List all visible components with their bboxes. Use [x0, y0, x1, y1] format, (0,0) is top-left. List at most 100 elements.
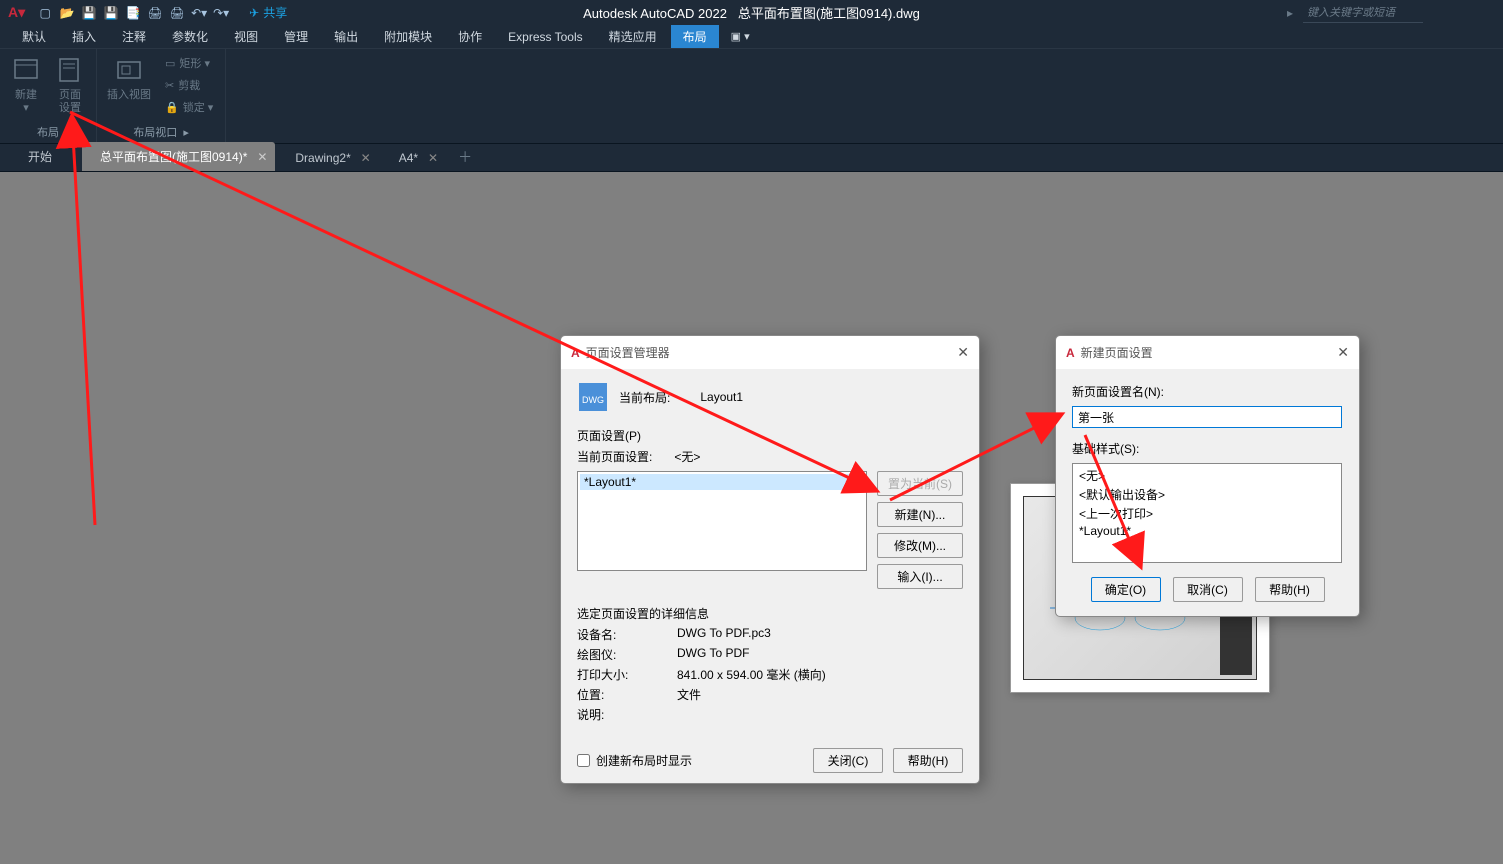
cancel-button[interactable]: 取消(C) — [1173, 577, 1243, 602]
print-icon[interactable]: 🖨 — [169, 5, 185, 21]
current-layout-value: Layout1 — [700, 390, 743, 404]
rect-icon: ▭ — [165, 57, 175, 70]
close-icon[interactable]: ✕ — [1337, 344, 1349, 361]
share-button[interactable]: ✈ 共享 — [249, 4, 287, 21]
quick-access-toolbar: ▢ 📂 💾 💾 📑 🖨 🖨 ↶▾ ↷▾ — [37, 5, 229, 21]
acad-logo-icon: A — [571, 346, 580, 360]
svg-text:DWG: DWG — [582, 395, 604, 405]
ribbon-clip[interactable]: ✂剪裁 — [161, 75, 217, 95]
new-name-input[interactable] — [1072, 406, 1342, 428]
menu-view[interactable]: 视图 — [222, 25, 270, 48]
search-arrow-icon: ▸ — [1287, 6, 1293, 20]
page-setup-icon — [54, 55, 86, 87]
menu-annotate[interactable]: 注释 — [110, 25, 158, 48]
list-item[interactable]: <上一次打印> — [1075, 504, 1339, 523]
close-icon[interactable]: ✕ — [957, 344, 969, 361]
ribbon-page-setup[interactable]: 页面 设置 — [52, 53, 88, 117]
undo-icon[interactable]: ↶▾ — [191, 5, 207, 21]
menu-express[interactable]: Express Tools — [496, 27, 594, 47]
file-tab-drawing2[interactable]: Drawing2*✕ — [277, 145, 378, 171]
size-label: 打印大小: — [577, 666, 677, 683]
create-on-new-checkbox[interactable] — [577, 754, 590, 767]
list-item[interactable]: *Layout1* — [1075, 523, 1339, 539]
menu-overflow[interactable]: ▣ ▾ — [721, 27, 760, 46]
checkbox-label: 创建新布局时显示 — [596, 752, 692, 769]
new-tab-button[interactable]: ＋ — [448, 143, 482, 171]
list-item[interactable]: <默认输出设备> — [1075, 485, 1339, 504]
menu-output[interactable]: 输出 — [322, 25, 370, 48]
dialog-titlebar[interactable]: A 页面设置管理器 ✕ — [561, 336, 979, 369]
close-button[interactable]: 关闭(C) — [813, 748, 883, 773]
menu-parametric[interactable]: 参数化 — [160, 25, 220, 48]
new-icon[interactable]: ▢ — [37, 5, 53, 21]
file-tab-active[interactable]: 总平面布置图(施工图0914)*✕ — [82, 142, 275, 171]
dialog-title-text: 新建页面设置 — [1081, 344, 1153, 361]
menu-default[interactable]: 默认 — [10, 25, 58, 48]
ribbon-insert-view[interactable]: 插入视图 — [105, 53, 153, 104]
menu-manage[interactable]: 管理 — [272, 25, 320, 48]
location-label: 位置: — [577, 686, 677, 703]
list-item[interactable]: <无> — [1075, 466, 1339, 485]
search-input[interactable]: 键入关键字或短语 — [1303, 2, 1423, 23]
set-current-button[interactable]: 置为当前(S) — [877, 471, 963, 496]
desc-label: 说明: — [577, 706, 677, 723]
lock-icon: 🔒 — [165, 101, 179, 114]
ribbon-rect[interactable]: ▭矩形 ▾ — [161, 53, 217, 73]
ribbon-panel1-title: 布局 — [8, 121, 88, 143]
page-setups-label: 页面设置(P) — [577, 427, 963, 444]
dialog-titlebar[interactable]: A 新建页面设置 ✕ — [1056, 336, 1359, 369]
current-setup-value: <无> — [674, 448, 700, 465]
menu-addins[interactable]: 附加模块 — [372, 25, 444, 48]
location-value: 文件 — [677, 686, 701, 703]
web-icon[interactable]: 📑 — [125, 5, 141, 21]
close-icon[interactable]: ✕ — [428, 151, 438, 165]
title-bar: A▾ ▢ 📂 💾 💾 📑 🖨 🖨 ↶▾ ↷▾ ✈ 共享 Autodesk Aut… — [0, 0, 1503, 25]
share-label: 共享 — [263, 4, 287, 21]
close-icon[interactable]: ✕ — [361, 151, 371, 165]
file-tab-a4[interactable]: A4*✕ — [381, 145, 446, 171]
plot-icon[interactable]: 🖨 — [147, 5, 163, 21]
ribbon-panel-layout: 新建 ▾ 页面 设置 布局 — [0, 49, 97, 143]
file-tabs: 开始 总平面布置图(施工图0914)*✕ Drawing2*✕ A4*✕ ＋ — [0, 144, 1503, 172]
menu-bar: 默认 插入 注释 参数化 视图 管理 输出 附加模块 协作 Express To… — [0, 25, 1503, 49]
import-button[interactable]: 输入(I)... — [877, 564, 963, 589]
new-layout-icon — [10, 55, 42, 87]
help-button[interactable]: 帮助(H) — [1255, 577, 1325, 602]
modify-button[interactable]: 修改(M)... — [877, 533, 963, 558]
size-value: 841.00 x 594.00 毫米 (横向) — [677, 666, 826, 683]
insert-view-icon — [113, 55, 145, 87]
app-logo: A▾ — [8, 4, 25, 21]
ribbon: 新建 ▾ 页面 设置 布局 插入视图 ▭矩形 ▾ ✂剪裁 🔒锁定 ▾ — [0, 49, 1503, 144]
ribbon-lock[interactable]: 🔒锁定 ▾ — [161, 97, 217, 117]
menu-featured[interactable]: 精选应用 — [597, 25, 669, 48]
dialog-title-text: 页面设置管理器 — [586, 344, 670, 361]
base-style-list[interactable]: <无> <默认输出设备> <上一次打印> *Layout1* — [1072, 463, 1342, 563]
details-heading: 选定页面设置的详细信息 — [577, 605, 963, 622]
clip-icon: ✂ — [165, 79, 174, 92]
device-value: DWG To PDF.pc3 — [677, 626, 771, 643]
menu-collaborate[interactable]: 协作 — [446, 25, 494, 48]
new-button[interactable]: 新建(N)... — [877, 502, 963, 527]
send-icon: ✈ — [249, 6, 259, 20]
redo-icon[interactable]: ↷▾ — [213, 5, 229, 21]
page-setup-list[interactable]: *Layout1* — [577, 471, 867, 571]
plotter-value: DWG To PDF — [677, 646, 749, 663]
current-setup-label: 当前页面设置: — [577, 448, 652, 465]
open-icon[interactable]: 📂 — [59, 5, 75, 21]
ribbon-new-layout[interactable]: 新建 ▾ — [8, 53, 44, 117]
dwg-icon: DWG — [577, 381, 609, 413]
current-layout-label: 当前布局: — [619, 389, 670, 406]
help-button[interactable]: 帮助(H) — [893, 748, 963, 773]
file-tab-start[interactable]: 开始 — [10, 142, 80, 171]
ribbon-panel2-title: 布局视口 ▸ — [105, 121, 217, 143]
list-item[interactable]: *Layout1* — [580, 474, 864, 490]
menu-layout[interactable]: 布局 — [671, 25, 719, 48]
save-icon[interactable]: 💾 — [81, 5, 97, 21]
menu-insert[interactable]: 插入 — [60, 25, 108, 48]
base-style-label: 基础样式(S): — [1072, 440, 1343, 457]
close-icon[interactable]: ✕ — [257, 150, 267, 164]
ok-button[interactable]: 确定(O) — [1091, 577, 1161, 602]
saveas-icon[interactable]: 💾 — [103, 5, 119, 21]
title-text: Autodesk AutoCAD 2022 总平面布置图(施工图0914).dw… — [583, 3, 920, 22]
new-name-label: 新页面设置名(N): — [1072, 383, 1343, 400]
